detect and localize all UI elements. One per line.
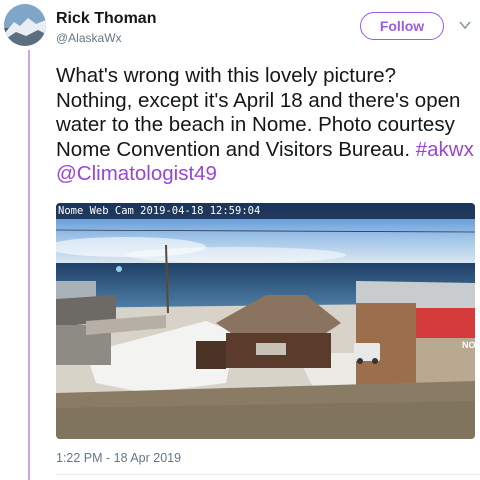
webcam-photo: NO bbox=[56, 203, 475, 439]
tweet-photo[interactable]: NO Nome Web Cam 2019-04-18 12:59:04 bbox=[56, 203, 475, 439]
chevron-down-icon[interactable] bbox=[458, 18, 472, 32]
follow-button[interactable]: Follow bbox=[360, 12, 444, 40]
tweet-timestamp[interactable]: 1:22 PM - 18 Apr 2019 bbox=[56, 451, 181, 465]
thread-line bbox=[28, 50, 30, 480]
author-name[interactable]: Rick Thoman bbox=[56, 10, 156, 28]
tweet-text: What's wrong with this lovely picture? N… bbox=[56, 64, 474, 187]
mention-link[interactable]: @Climatologist49 bbox=[56, 162, 217, 185]
webcam-overlay-text: Nome Web Cam 2019-04-18 12:59:04 bbox=[56, 203, 475, 219]
avatar[interactable] bbox=[4, 4, 46, 46]
tweet-body: What's wrong with this lovely picture? N… bbox=[56, 64, 461, 161]
author-handle[interactable]: @AlaskaWx bbox=[56, 31, 122, 45]
mountain-landscape-avatar bbox=[4, 4, 46, 46]
divider bbox=[56, 474, 480, 475]
storefront-sign: NO bbox=[462, 340, 475, 350]
hashtag-link[interactable]: #akwx bbox=[416, 138, 474, 161]
